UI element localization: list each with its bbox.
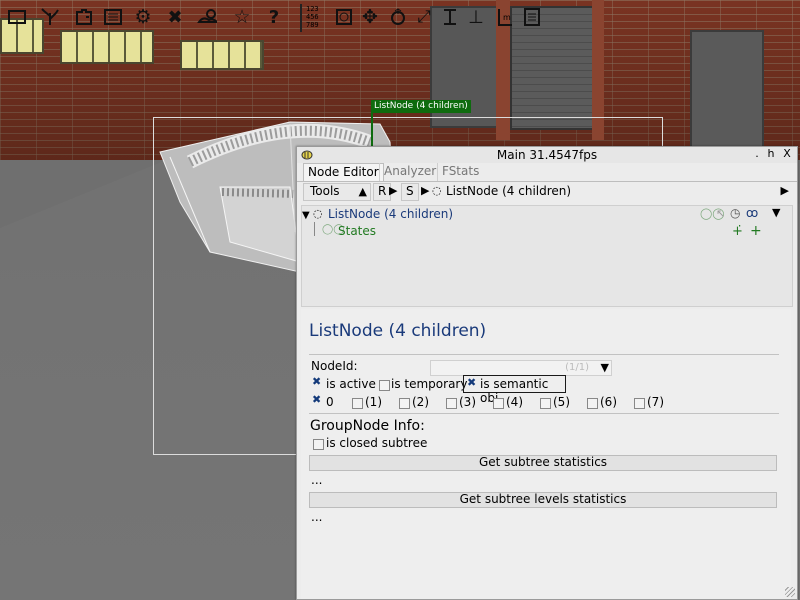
closed-subtree-checkbox[interactable] xyxy=(313,439,324,450)
flag-2-checkbox[interactable] xyxy=(399,398,410,409)
tab-fstats[interactable]: FStats xyxy=(437,163,483,181)
tab-underline xyxy=(297,181,797,182)
notes-icon[interactable] xyxy=(522,7,542,27)
list-icon[interactable] xyxy=(103,7,123,27)
nodeid-select[interactable]: (1/1) ▼ xyxy=(430,360,612,376)
tools-dropdown[interactable]: Tools ▲ xyxy=(303,183,371,201)
flag-1-checkbox[interactable] xyxy=(352,398,363,409)
flag-4-label[interactable]: (4) xyxy=(506,395,523,409)
children-icon[interactable]: ꝏ xyxy=(746,206,758,220)
is-active-label[interactable]: is active xyxy=(326,377,376,391)
path-current-node[interactable]: ListNode (4 children) xyxy=(446,183,571,199)
tree-menu-icon[interactable]: ▼ xyxy=(772,206,780,219)
semantic-focus-box[interactable]: is semantic obj xyxy=(463,375,566,405)
levels-statistics-result: ... xyxy=(311,510,323,524)
tools-label: Tools xyxy=(310,184,340,198)
object-icon[interactable] xyxy=(334,7,354,27)
get-subtree-statistics-button[interactable]: Get subtree statistics xyxy=(309,455,777,471)
align-icon[interactable] xyxy=(440,7,460,27)
scale-icon[interactable]: ⤢ xyxy=(414,7,434,27)
path-arrow-icon: ▶ xyxy=(389,184,398,197)
list-node-icon: ◌ xyxy=(313,207,323,220)
tree-icon[interactable] xyxy=(40,7,60,27)
cursor-icon[interactable]: ↖ xyxy=(716,207,725,220)
flag-5-label[interactable]: (5) xyxy=(553,395,570,409)
path-bar: Tools ▲ R ▶ S ▶ ◌ ListNode (4 children) … xyxy=(301,183,791,201)
flag-2-label[interactable]: (2) xyxy=(412,395,429,409)
add-child-icon[interactable]: + xyxy=(750,223,762,239)
gear-icon[interactable]: ⚙ xyxy=(133,6,153,28)
window-title: Main 31.4547fps xyxy=(496,148,598,162)
divider xyxy=(309,354,779,355)
flag-0-checkbox[interactable] xyxy=(312,393,322,406)
path-forward-icon[interactable]: ▶ xyxy=(781,184,789,197)
close-button[interactable]: X xyxy=(779,147,795,162)
tree-child-states[interactable]: States xyxy=(338,224,376,238)
subtree-statistics-result: ... xyxy=(311,473,323,487)
anchor-icon[interactable]: ⊥ xyxy=(466,7,486,28)
measure-icon[interactable]: m xyxy=(495,7,515,27)
flag-6-label[interactable]: (6) xyxy=(600,395,617,409)
scene-node-label[interactable]: ListNode (4 children) xyxy=(371,100,471,113)
is-temporary-checkbox[interactable] xyxy=(379,380,390,391)
flag-0-label[interactable]: 0 xyxy=(326,395,334,409)
nodeid-label: NodeId: xyxy=(311,359,358,373)
tree-expand-icon[interactable]: ▼ xyxy=(302,207,310,221)
main-toolbar: ⚙ ✖ ☆ ? 123 456 789 ✥ ⤢ ⊥ m xyxy=(0,0,560,36)
tree-root-node[interactable]: ListNode (4 children) xyxy=(328,207,453,221)
new-scene-icon[interactable] xyxy=(7,7,27,27)
flag-3-checkbox[interactable] xyxy=(446,398,457,409)
flag-7-label[interactable]: (7) xyxy=(647,395,664,409)
grid-numbers-icon[interactable]: 123 456 789 xyxy=(306,5,319,29)
node-type-icon: ◌ xyxy=(432,184,442,197)
flag-6-checkbox[interactable] xyxy=(587,398,598,409)
tab-analyzer[interactable]: Analyzer xyxy=(379,163,440,181)
node-inspector: ListNode (4 children) NodeId: (1/1) ▼ is… xyxy=(301,309,791,599)
path-arrow-icon: ▶ xyxy=(421,184,430,197)
skylight xyxy=(180,40,264,70)
group-node-header: GroupNode Info: xyxy=(310,418,425,434)
get-subtree-levels-statistics-button[interactable]: Get subtree levels statistics xyxy=(309,492,777,508)
window-titlebar[interactable]: Main 31.4547fps . h X xyxy=(297,147,797,163)
tree-connector xyxy=(314,222,315,236)
weather-icon[interactable] xyxy=(197,7,217,27)
is-active-checkbox[interactable] xyxy=(312,375,322,388)
add-state-icon[interactable]: +̇ xyxy=(732,224,743,239)
flag-7-checkbox[interactable] xyxy=(634,398,645,409)
tools-icon[interactable]: ✖ xyxy=(165,7,185,28)
nodeid-value: (1/1) xyxy=(565,362,589,373)
flag-3-label[interactable]: (3) xyxy=(459,395,476,409)
toolbar-divider xyxy=(300,4,302,32)
star-icon[interactable]: ☆ xyxy=(232,6,252,28)
is-temporary-label[interactable]: is temporary xyxy=(391,377,467,391)
clock-icon[interactable]: ◷ xyxy=(730,206,740,220)
inspector-title: ListNode (4 children) xyxy=(309,321,487,341)
chevron-down-icon: ▼ xyxy=(600,361,609,374)
tab-node-editor[interactable]: Node Editor xyxy=(303,163,384,182)
puzzle-icon[interactable] xyxy=(74,7,94,27)
rotate-icon[interactable] xyxy=(388,7,408,27)
divider xyxy=(309,413,779,414)
svg-text:m: m xyxy=(503,13,511,22)
flag-4-checkbox[interactable] xyxy=(493,398,504,409)
resize-grip-icon[interactable] xyxy=(785,587,795,597)
selection-button[interactable]: S xyxy=(401,183,419,201)
move-icon[interactable]: ✥ xyxy=(360,6,380,28)
help-icon[interactable]: ? xyxy=(264,7,284,28)
tab-bar: Node Editor Analyzer FStats xyxy=(301,163,791,182)
help-button[interactable]: h xyxy=(763,147,779,162)
side-door xyxy=(690,30,764,154)
tools-arrow-icon: ▲ xyxy=(358,185,367,198)
flag-5-checkbox[interactable] xyxy=(540,398,551,409)
node-tree[interactable]: ▼ ◌ ListNode (4 children) ◯◯ ↖ ◷ ꝏ ▼ ◯◯ … xyxy=(301,205,793,307)
closed-subtree-label[interactable]: is closed subtree xyxy=(326,436,427,450)
node-editor-window: Main 31.4547fps . h X Node Editor Analyz… xyxy=(296,146,798,600)
is-semantic-checkbox[interactable] xyxy=(467,376,477,389)
flag-1-label[interactable]: (1) xyxy=(365,395,382,409)
